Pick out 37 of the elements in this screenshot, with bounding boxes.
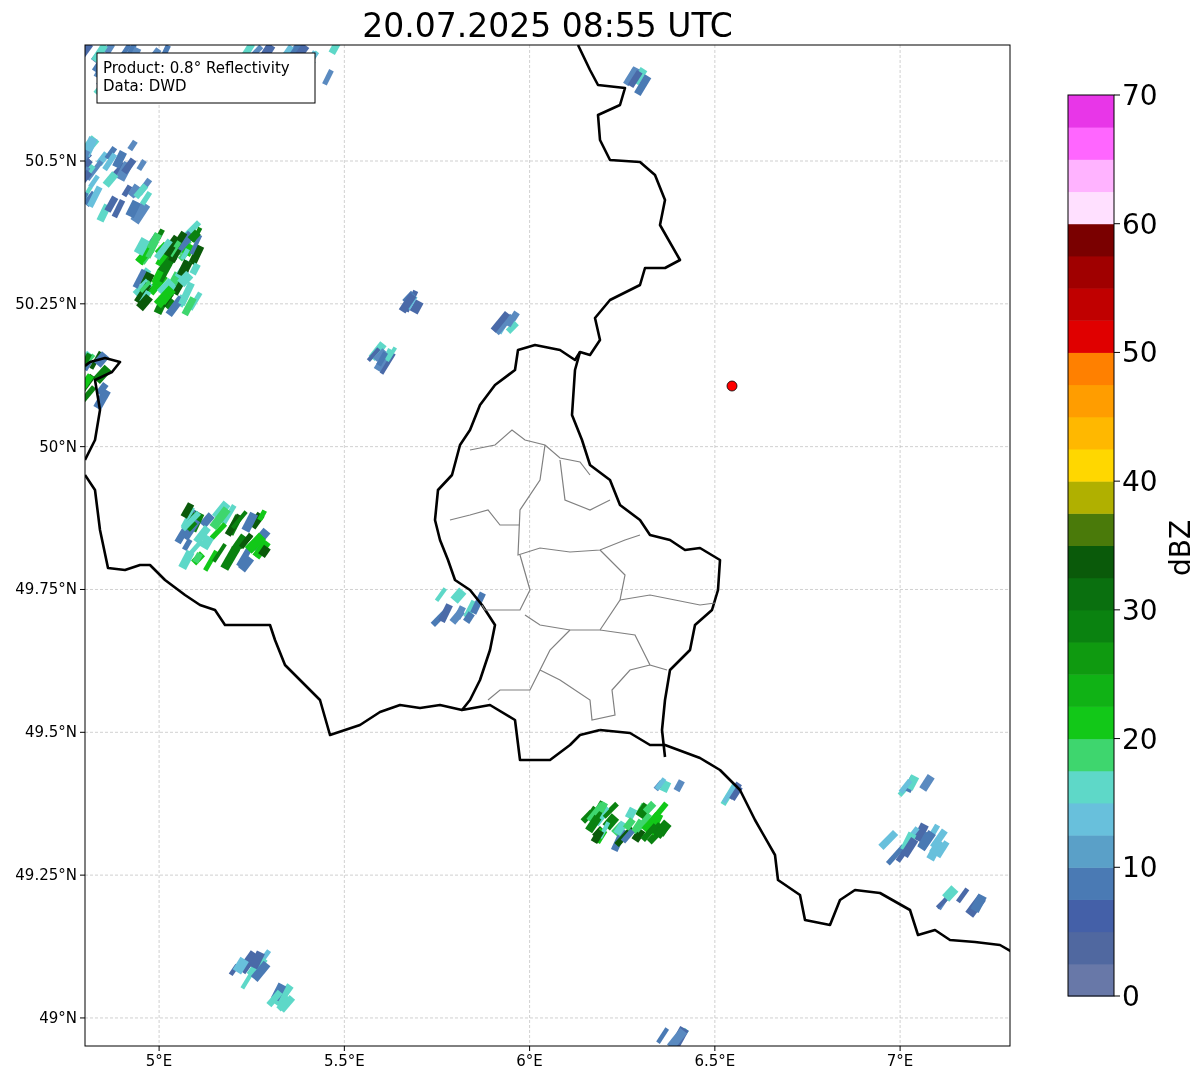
axis-tick-label: 7°E (886, 1052, 914, 1070)
radar-echo-drawing (623, 66, 652, 97)
axis-tick-label: 49.25°N (15, 866, 77, 885)
scale-tick-label: 40 (1122, 465, 1158, 499)
axis-tick-label: 6.5°E (694, 1052, 736, 1070)
scale-label: dBZ (1164, 519, 1197, 577)
radar-echo-drawing (85, 350, 112, 411)
scale-tick-label: 20 (1122, 722, 1158, 756)
radar-echo-drawing (398, 289, 424, 315)
radar-echo-drawing (897, 774, 935, 797)
radar-echo-drawing (656, 1025, 689, 1046)
scale-tick-label: 70 (1122, 79, 1158, 112)
map-title: 20.07.2025 08:55 UTC (361, 5, 734, 45)
scale-tick-label: 60 (1122, 207, 1158, 241)
radar-echo-drawing (878, 822, 950, 866)
scale-tick-label: 0 (1122, 980, 1140, 1013)
radar-echo-drawing (935, 885, 987, 918)
axis-tick-label: 50.5°N (24, 152, 77, 170)
scale-tick-label: 50 (1122, 336, 1158, 370)
radar-echo-drawing (430, 587, 486, 627)
radar-echo-drawing (490, 310, 520, 336)
axis-tick-label: 49.5°N (24, 723, 77, 742)
radar-echo-drawing (366, 341, 397, 375)
axis-tick-label: 49.75°N (15, 580, 77, 599)
scale-tick-label: 30 (1122, 593, 1158, 627)
legend-text: Product: 0.8° Reflectivity (103, 59, 290, 77)
axis-tick-label: 50°N (39, 437, 77, 456)
axis-tick-label: 5.5°E (323, 1052, 365, 1070)
scale-tick-label: 10 (1122, 851, 1158, 885)
axis-tick-label: 6°E (516, 1052, 543, 1070)
axis-tick-label: 50.25°N (15, 294, 77, 313)
axis-tick-label: 49°N (39, 1008, 77, 1027)
legend-text: Data: DWD (103, 77, 187, 95)
radar-echo-drawing (720, 781, 743, 806)
axis-tick-label: 5°E (145, 1052, 173, 1070)
radar-echo-drawing (653, 777, 685, 793)
site-marker-icon (726, 380, 738, 392)
